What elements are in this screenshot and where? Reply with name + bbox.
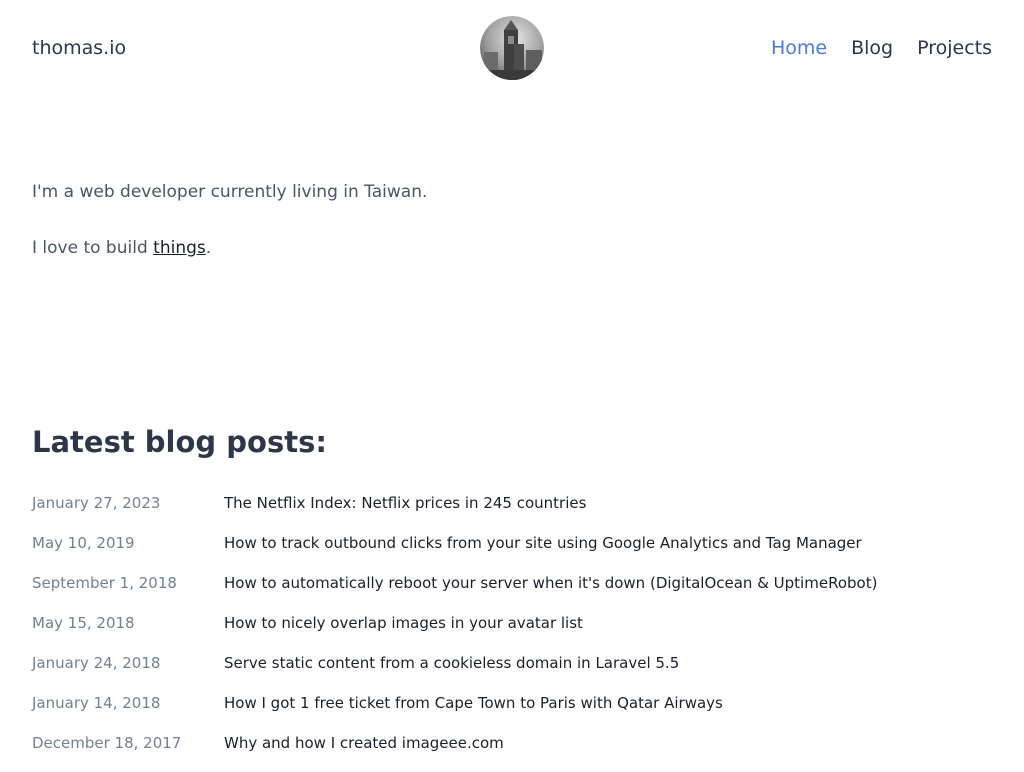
post-title-link[interactable]: How to nicely overlap images in your ava…: [224, 612, 583, 652]
post-item: January 27, 2023 The Netflix Index: Netf…: [32, 492, 992, 532]
intro-build-line: I love to build things.: [32, 236, 427, 260]
post-date: December 18, 2017: [32, 734, 182, 752]
post-item: January 14, 2018 How I got 1 free ticket…: [32, 692, 992, 732]
main-nav: Home Blog Projects: [771, 36, 992, 60]
post-item: May 15, 2018 How to nicely overlap image…: [32, 612, 992, 652]
intro-text: I'm a web developer currently living in …: [32, 182, 428, 202]
post-title-link[interactable]: The Netflix Index: Netflix prices in 245…: [224, 492, 586, 532]
post-date: January 27, 2023: [32, 494, 161, 512]
post-item: September 1, 2018 How to automatically r…: [32, 572, 992, 612]
intro-build-suffix: .: [205, 238, 212, 258]
post-title-link[interactable]: How to track outbound clicks from your s…: [224, 532, 862, 572]
intro-build-text: I love to build: [32, 238, 154, 258]
post-title-link[interactable]: Why and how I created imageee.com: [224, 732, 504, 772]
post-item: December 18, 2017 Why and how I created …: [32, 732, 992, 772]
blog-post-list: January 27, 2023 The Netflix Index: Netf…: [32, 492, 992, 772]
post-title-link[interactable]: How I got 1 free ticket from Cape Town t…: [224, 692, 723, 732]
post-date: January 24, 2018: [32, 654, 161, 672]
avatar-image: [480, 16, 544, 80]
site-header: thomas.io Home Blog Projects: [0, 0, 1024, 96]
post-date: September 1, 2018: [32, 574, 177, 592]
intro-section: I'm a web developer currently living in …: [32, 180, 427, 260]
nav-projects[interactable]: Projects: [917, 36, 992, 60]
latest-posts-heading: Latest blog posts:: [32, 425, 327, 459]
post-date: May 15, 2018: [32, 614, 135, 632]
avatar: [480, 16, 544, 80]
things-link[interactable]: things: [153, 238, 206, 258]
nav-home[interactable]: Home: [771, 36, 827, 60]
post-item: January 24, 2018 Serve static content fr…: [32, 652, 992, 692]
site-logo-link[interactable]: thomas.io: [32, 36, 126, 60]
nav-blog[interactable]: Blog: [851, 36, 893, 60]
post-item: May 10, 2019 How to track outbound click…: [32, 532, 992, 572]
post-title-link[interactable]: Serve static content from a cookieless d…: [224, 652, 679, 692]
post-title-link[interactable]: How to automatically reboot your server …: [224, 572, 877, 612]
post-date: January 14, 2018: [32, 694, 161, 712]
post-date: May 10, 2019: [32, 534, 135, 552]
